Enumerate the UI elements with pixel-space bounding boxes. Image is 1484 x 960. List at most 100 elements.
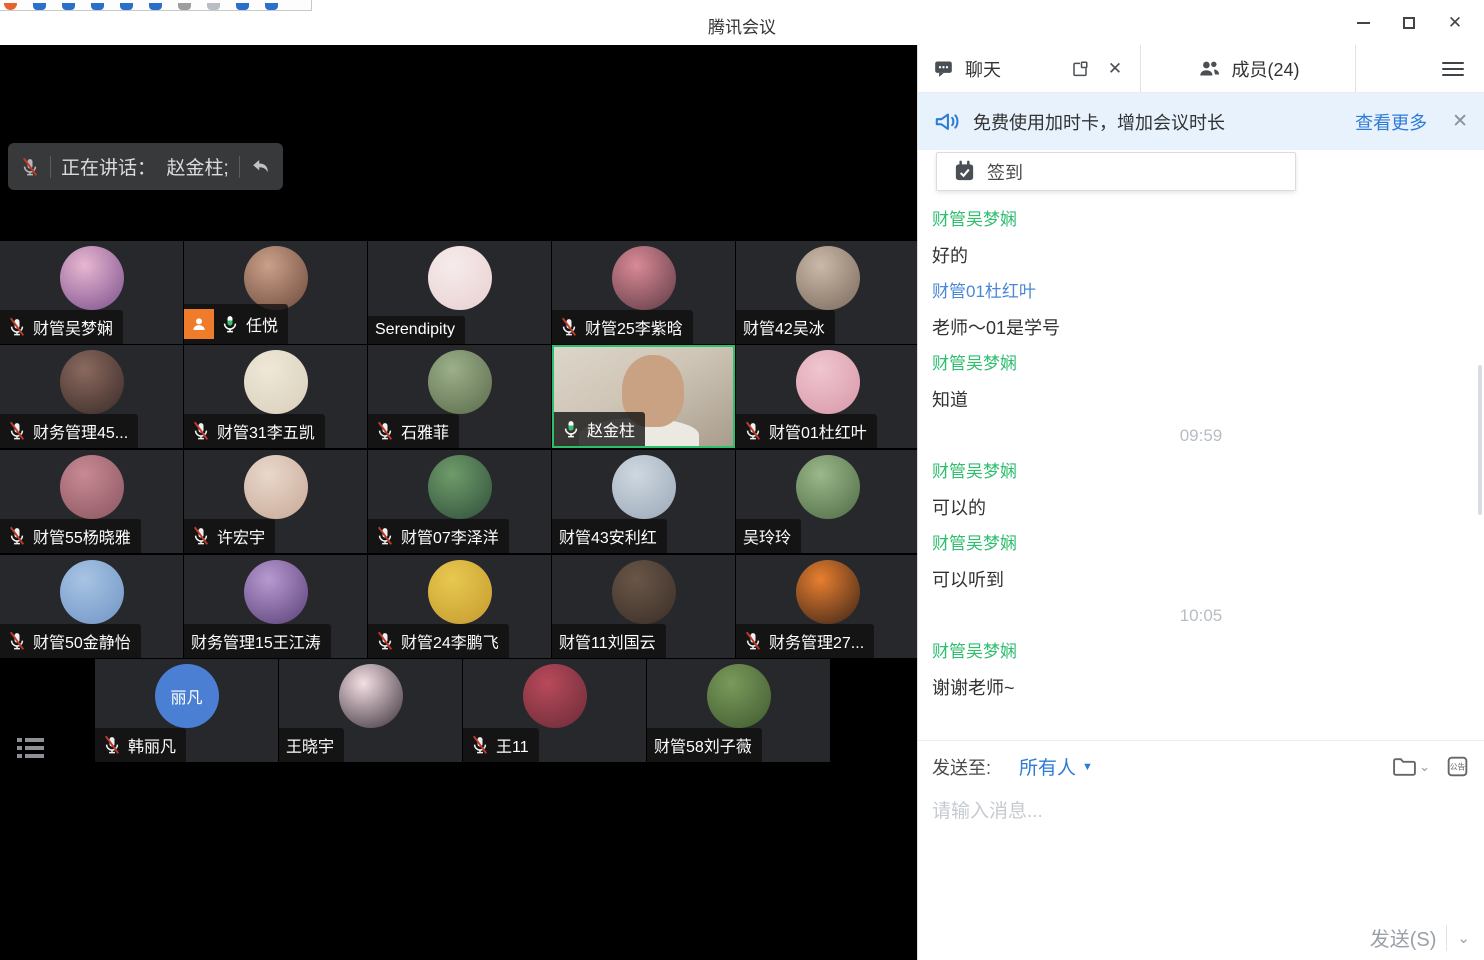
external-toolbar-fragment	[0, 0, 312, 11]
participant-row: 财管吴梦娴 任悦Serendipity财管25李紫晗 财管42吴冰	[0, 241, 917, 344]
participant-name-label: 财管58刘子薇	[647, 728, 762, 762]
participant-name-label: 财务管理15王江涛	[184, 624, 331, 658]
participant-tile[interactable]: 吴玲玲	[736, 450, 917, 553]
participant-tile[interactable]: 财管07李泽洋	[368, 450, 551, 553]
participant-name: 财管58刘子薇	[654, 733, 752, 757]
promo-banner-close-icon[interactable]: ✕	[1452, 110, 1468, 133]
participant-name-label: 财管43安利红	[552, 519, 667, 553]
mic-muted-icon	[375, 526, 395, 546]
participant-name: 财管01杜红叶	[769, 419, 867, 443]
close-icon: ✕	[1448, 14, 1462, 31]
message-sender[interactable]: 财管吴梦娴	[932, 353, 1470, 375]
message-sender[interactable]: 财管吴梦娴	[932, 641, 1470, 663]
participant-tile[interactable]: 王11	[463, 659, 646, 762]
close-button[interactable]: ✕	[1432, 0, 1478, 45]
send-options-caret-icon[interactable]: ⌄	[1457, 929, 1470, 947]
participant-tile[interactable]: Serendipity	[368, 241, 551, 344]
tab-chat[interactable]: 聊天 ✕	[918, 45, 1140, 92]
participant-tile[interactable]: 财管吴梦娴	[0, 241, 183, 344]
speaking-banner-text: 正在讲话： 赵金柱;	[61, 153, 229, 180]
toolbar-icon-fragment	[236, 3, 249, 10]
participant-name-label: 财管50金静怡	[0, 624, 141, 658]
mic-muted-icon	[191, 526, 211, 546]
avatar	[428, 560, 492, 624]
promo-banner-link[interactable]: 查看更多	[1355, 109, 1427, 135]
participant-tile[interactable]: 财务管理27...	[736, 555, 917, 658]
participant-name: 财管42吴冰	[743, 315, 825, 339]
message-sender[interactable]: 财管吴梦娴	[932, 209, 1470, 231]
avatar	[612, 560, 676, 624]
avatar	[612, 246, 676, 310]
participant-tile[interactable]: 财管01杜红叶	[736, 345, 917, 448]
participant-tile[interactable]: 财管25李紫晗	[552, 241, 735, 344]
participant-name-label: 吴玲玲	[736, 519, 801, 553]
chat-panel: 聊天 ✕ 成员(24) 免费使用加时卡，增加会议时长 查看更多 ✕ 签到 财管吴…	[917, 45, 1484, 960]
message-text: 可以听到	[932, 569, 1470, 591]
participant-tile[interactable]: 财务管理15王江涛	[184, 555, 367, 658]
avatar	[428, 246, 492, 310]
participant-tile[interactable]: 丽凡韩丽凡	[95, 659, 278, 762]
participant-tile[interactable]: 王晓宇	[279, 659, 462, 762]
participant-name: 吴玲玲	[743, 524, 791, 548]
close-chat-icon[interactable]: ✕	[1102, 56, 1128, 82]
participant-tile[interactable]: 财管24李鹏飞	[368, 555, 551, 658]
chat-scrollbar[interactable]	[1478, 365, 1482, 515]
participant-name-label: 赵金柱	[554, 412, 645, 446]
participant-tile[interactable]: 财务管理45...	[0, 345, 183, 448]
participant-tile[interactable]: 任悦	[184, 241, 367, 344]
folder-icon[interactable]	[1391, 754, 1417, 780]
mic-muted-icon	[375, 421, 395, 441]
mic-muted-icon[interactable]	[20, 157, 40, 177]
participant-tile[interactable]: 财管11刘国云	[552, 555, 735, 658]
minimize-button[interactable]	[1340, 0, 1386, 45]
participant-name-label: 财管25李紫晗	[552, 310, 693, 344]
speaking-banner: 正在讲话： 赵金柱;	[8, 143, 283, 190]
participant-tile[interactable]: 财管55杨晓雅	[0, 450, 183, 553]
window-title: 腾讯会议	[708, 13, 776, 38]
svg-text:公告: 公告	[1449, 762, 1465, 772]
mic-muted-icon	[559, 317, 579, 337]
participant-name: 财管55杨晓雅	[33, 524, 131, 548]
layout-toggle-button[interactable]	[14, 731, 48, 765]
popout-icon[interactable]	[1067, 56, 1093, 82]
participant-tile[interactable]: 赵金柱	[552, 345, 735, 448]
folder-caret-icon[interactable]: ⌄	[1419, 759, 1430, 775]
message-timestamp: 10:05	[932, 605, 1470, 627]
tab-members[interactable]: 成员(24)	[1140, 45, 1356, 92]
message-sender[interactable]: 财管01杜红叶	[932, 281, 1470, 303]
participant-tile[interactable]: 财管50金静怡	[0, 555, 183, 658]
participant-name: 财管31李五凯	[217, 419, 315, 443]
mic-muted-icon	[743, 631, 763, 651]
participant-name-label: 财务管理27...	[736, 624, 874, 658]
participant-tile[interactable]: 财管58刘子薇	[647, 659, 830, 762]
message-sender[interactable]: 财管吴梦娴	[932, 461, 1470, 483]
participant-tile[interactable]: 财管31李五凯	[184, 345, 367, 448]
reply-icon[interactable]	[250, 157, 271, 176]
announcement-icon[interactable]: 公告	[1444, 754, 1470, 780]
participant-name-label: 许宏宇	[184, 519, 275, 553]
participant-tile[interactable]: 财管42吴冰	[736, 241, 917, 344]
chevron-down-icon[interactable]: ▼	[1082, 761, 1093, 773]
send-to-row: 发送至: 所有人 ▼ ⌄ 公告	[932, 753, 1470, 780]
participant-name: 财管吴梦娴	[33, 315, 113, 339]
hamburger-icon[interactable]	[1442, 62, 1464, 76]
participant-tile[interactable]: 石雅菲	[368, 345, 551, 448]
send-to-selector[interactable]: 所有人	[1019, 753, 1076, 780]
message-input[interactable]: 请输入消息...	[932, 796, 1470, 823]
participant-name: 赵金柱	[587, 417, 635, 441]
participant-name-label: 财管42吴冰	[736, 310, 835, 344]
maximize-button[interactable]	[1386, 0, 1432, 45]
avatar: 丽凡	[155, 664, 219, 728]
mic-muted-icon	[102, 735, 122, 755]
toolbar-icon-fragment	[33, 3, 46, 10]
avatar	[428, 455, 492, 519]
avatar	[428, 350, 492, 414]
send-button[interactable]: 发送(S)	[1370, 923, 1437, 952]
participant-name: 财务管理27...	[769, 629, 864, 653]
mic-muted-icon	[191, 421, 211, 441]
participant-tile[interactable]: 许宏宇	[184, 450, 367, 553]
message-sender[interactable]: 财管吴梦娴	[932, 533, 1470, 555]
maximize-icon	[1403, 17, 1415, 29]
signin-button[interactable]: 签到	[936, 152, 1296, 191]
participant-tile[interactable]: 财管43安利红	[552, 450, 735, 553]
